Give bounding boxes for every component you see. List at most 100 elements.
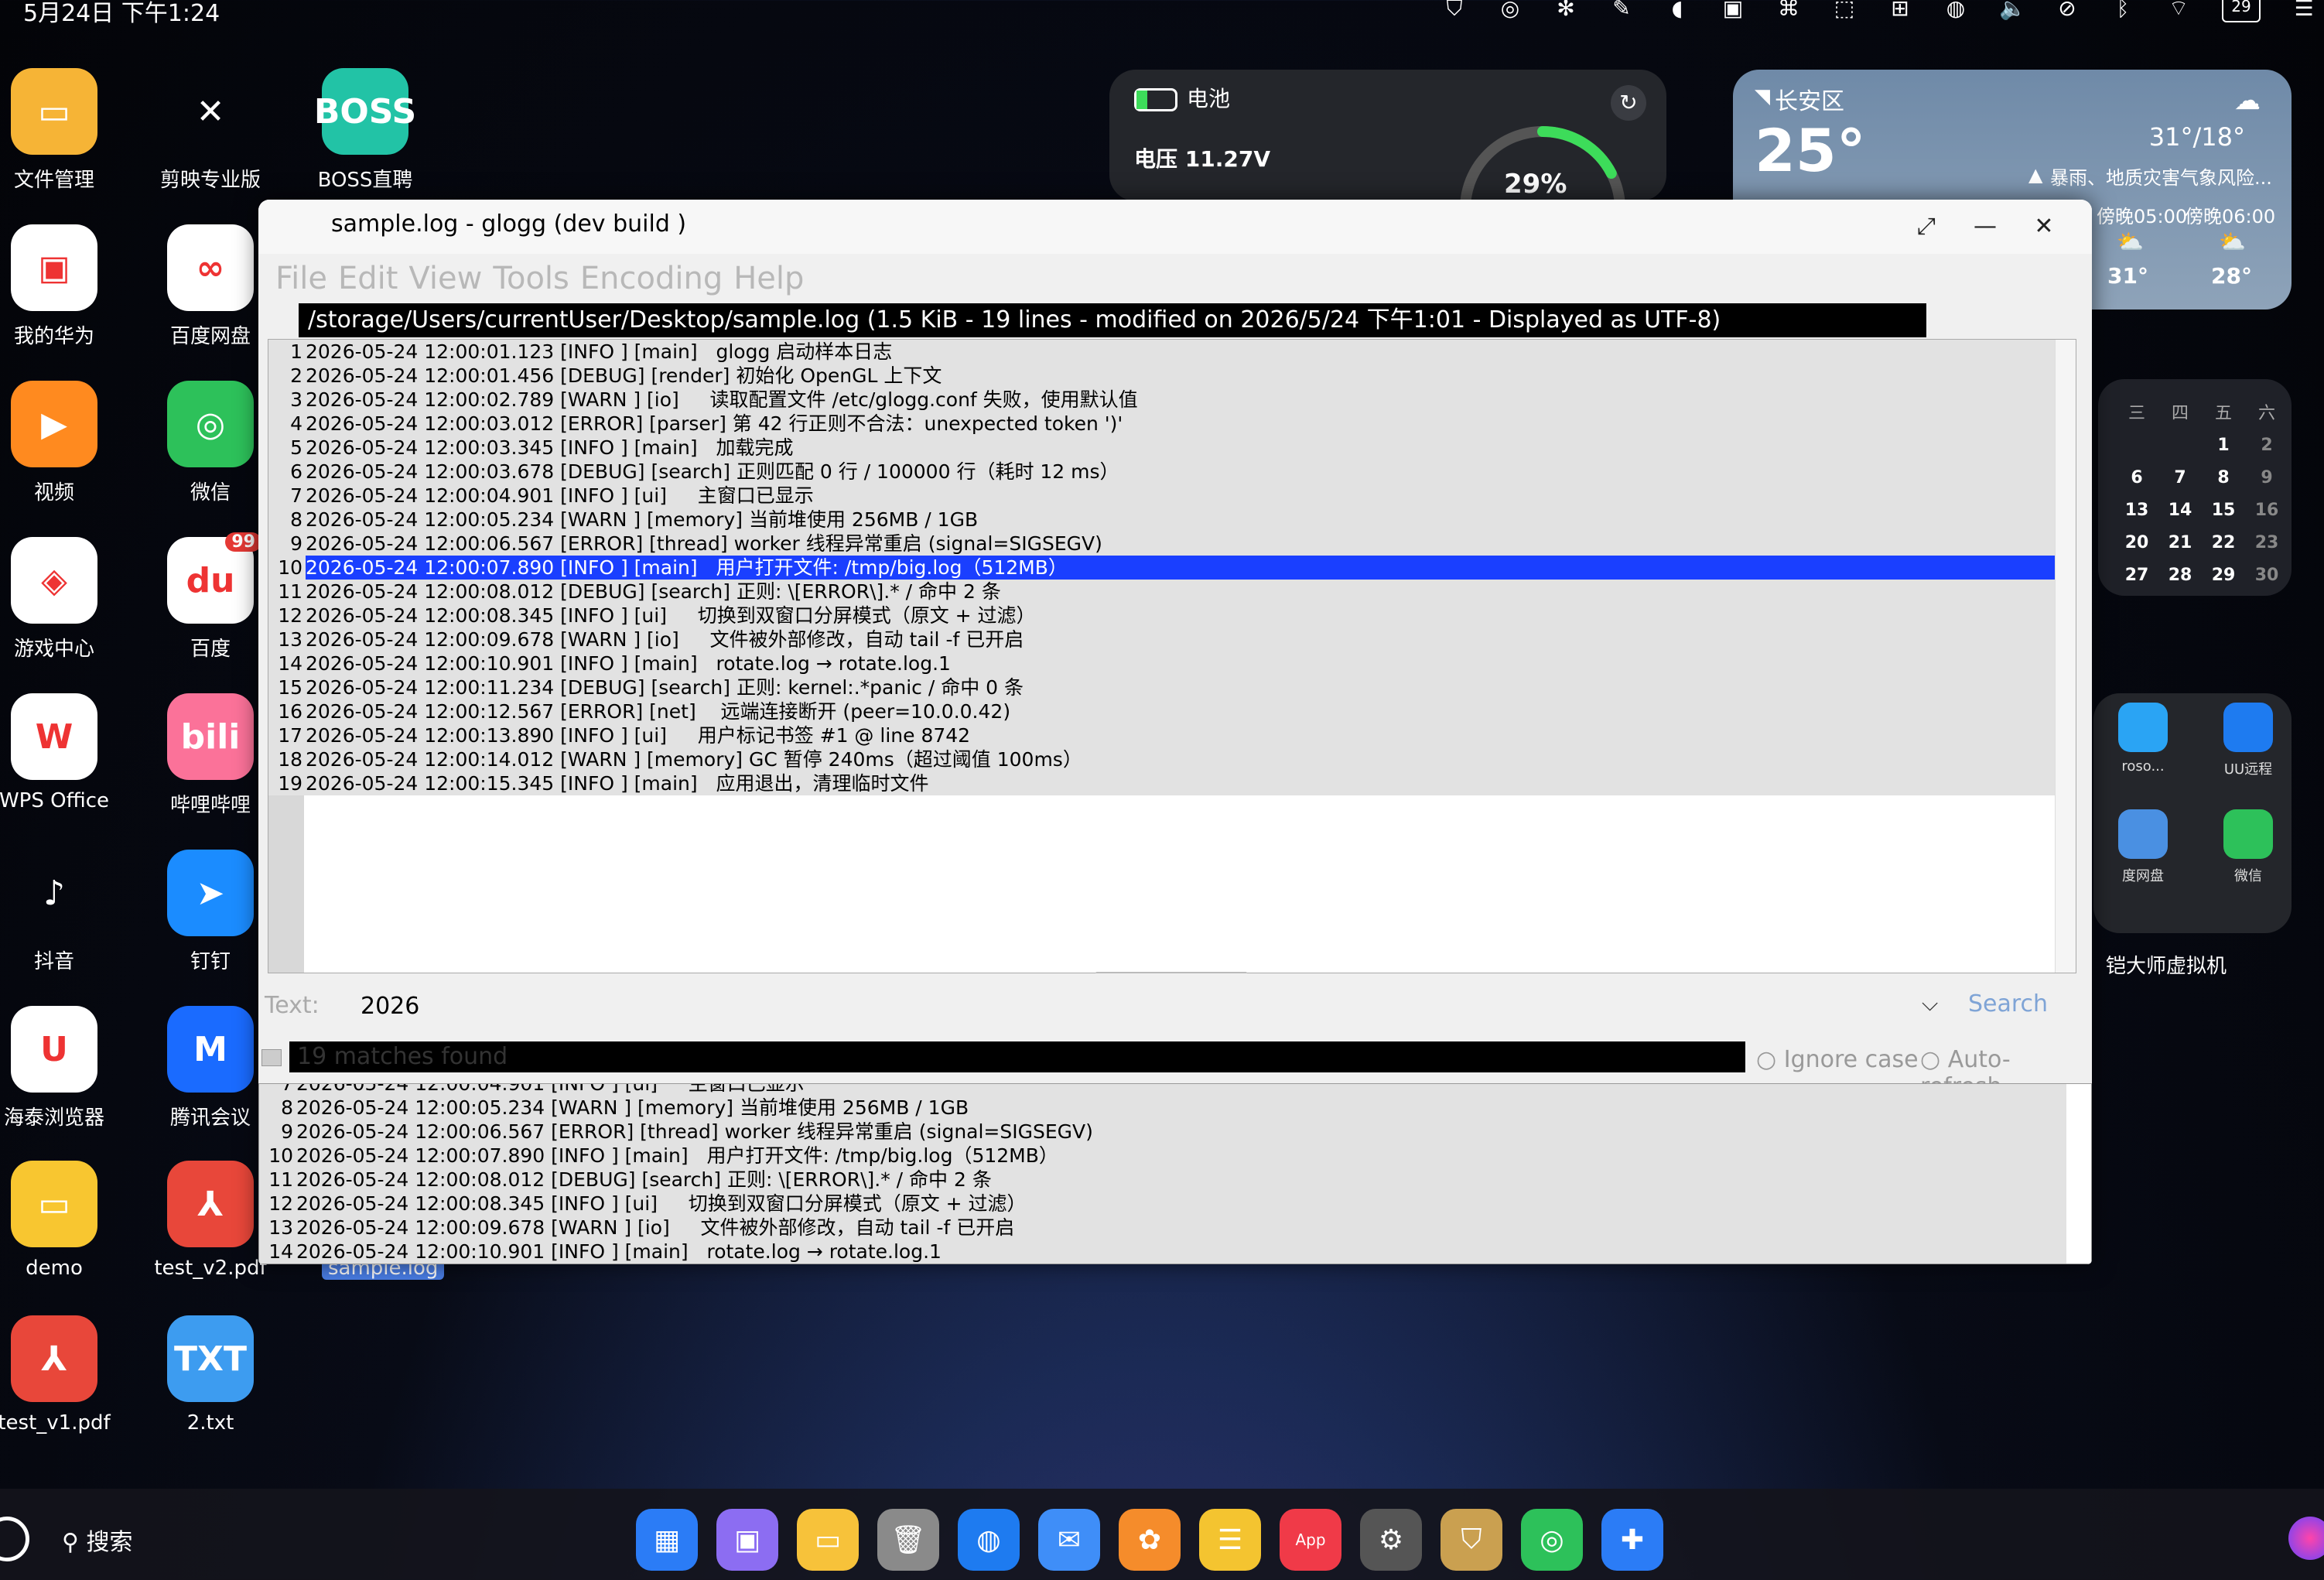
calendar-day[interactable]: 2 (2245, 429, 2288, 461)
log-line[interactable]: 19 2026-05-24 12:00:15.345 [INFO ] [main]… (268, 771, 2076, 795)
dock-app-icon[interactable]: ⛉ (1441, 1509, 1502, 1571)
calendar-day[interactable]: 23 (2245, 526, 2288, 559)
calendar-day[interactable]: 15 (2202, 494, 2245, 526)
calendar-day[interactable]: 30 (2245, 559, 2288, 591)
list-item[interactable]: 12 2026-05-24 12:00:08.345 [INFO ] [ui] 切… (259, 1192, 2066, 1216)
ai-orb-icon[interactable] (2288, 1517, 2324, 1560)
chevron-down-icon[interactable]: ⌵ (1922, 990, 1938, 1017)
calendar-day[interactable]: 1 (2202, 429, 2245, 461)
log-line[interactable]: 1 2026-05-24 12:00:01.123 [INFO ] [main] … (268, 340, 2076, 364)
log-line[interactable]: 7 2026-05-24 12:00:04.901 [INFO ] [ui] 主窗… (268, 484, 2076, 508)
log-line[interactable]: 3 2026-05-24 12:00:02.789 [WARN ] [io] 读取… (268, 388, 2076, 412)
ignore-case-checkbox[interactable]: ○ Ignore case (1756, 1046, 1919, 1073)
calendar-day[interactable]: 7 (2158, 461, 2202, 494)
desktop-icon-6[interactable]: ▶ 视频 (0, 381, 132, 505)
calendar-day[interactable]: 22 (2202, 526, 2245, 559)
title-bar[interactable]: sample.log - glogg (dev build ) ⤢ — ✕ (258, 200, 2092, 254)
dock-app-icon[interactable]: ▣ (716, 1509, 778, 1571)
log-view[interactable]: 1 2026-05-24 12:00:01.123 [INFO ] [main] … (268, 339, 2076, 973)
desktop-icon-1[interactable]: ▭ 文件管理 (0, 68, 132, 193)
log-line[interactable]: 17 2026-05-24 12:00:13.890 [INFO ] [ui] 用… (268, 723, 2076, 747)
filtered-view[interactable]: 7 2026-05-24 12:00:04.901 [INFO ] [ui] 主窗… (258, 1083, 2092, 1264)
log-line[interactable]: 15 2026-05-24 12:00:11.234 [DEBUG] [searc… (268, 675, 2076, 699)
calendar-day[interactable]: 16 (2245, 494, 2288, 526)
log-scrollbar[interactable] (2055, 340, 2076, 973)
dock-app-icon[interactable]: ⚙ (1360, 1509, 1422, 1571)
list-item[interactable]: 11 2026-05-24 12:00:08.012 [DEBUG] [searc… (259, 1168, 2066, 1192)
widget-app[interactable]: UU远程 (2202, 703, 2295, 778)
menu-tools[interactable]: Tools (493, 261, 569, 296)
list-item[interactable]: 13 2026-05-24 12:00:09.678 [WARN ] [io] 文… (259, 1216, 2066, 1240)
calendar-day[interactable]: 27 (2115, 559, 2158, 591)
log-line[interactable]: 13 2026-05-24 12:00:09.678 [WARN ] [io] 文… (268, 628, 2076, 651)
dock-search[interactable]: ⚲ 搜索 (62, 1523, 133, 1557)
dock-app-icon[interactable]: ✿ (1119, 1509, 1181, 1571)
restore-button[interactable]: ⤢ (1903, 207, 1950, 246)
log-line[interactable]: 6 2026-05-24 12:00:03.678 [DEBUG] [search… (268, 460, 2076, 484)
menu-view[interactable]: View (408, 261, 482, 296)
calendar-day[interactable]: 9 (2245, 461, 2288, 494)
search-button[interactable]: Search (1968, 990, 2048, 1017)
calendar-day[interactable] (2158, 429, 2202, 461)
log-line[interactable]: 10 2026-05-24 12:00:07.890 [INFO ] [main]… (268, 556, 2076, 580)
log-line[interactable]: 5 2026-05-24 12:00:03.345 [INFO ] [main] … (268, 436, 2076, 460)
apps-widget[interactable]: roso... UU远程 度网盘 微信 (2093, 693, 2292, 933)
log-line[interactable]: 4 2026-05-24 12:00:03.012 [ERROR] [parser… (268, 412, 2076, 436)
calendar-day[interactable]: 14 (2158, 494, 2202, 526)
widget-app[interactable]: 度网盘 (2097, 809, 2189, 885)
dock-app-icon[interactable]: ✉ (1038, 1509, 1100, 1571)
dock-app-icon[interactable]: ✚ (1601, 1509, 1663, 1571)
battery-widget[interactable]: 电池 ↻ 电压 11.27V 29% (1109, 70, 1666, 201)
list-item[interactable]: 9 2026-05-24 12:00:06.567 [ERROR] [thread… (259, 1120, 2066, 1144)
desktop-icon-10[interactable]: W WPS Office (0, 693, 132, 812)
menu-edit[interactable]: Edit (338, 261, 398, 296)
calendar-day[interactable]: 28 (2158, 559, 2202, 591)
close-button[interactable]: ✕ (2021, 207, 2067, 246)
log-line[interactable]: 11 2026-05-24 12:00:08.012 [DEBUG] [searc… (268, 580, 2076, 604)
calendar-day[interactable]: 20 (2115, 526, 2158, 559)
log-line[interactable]: 14 2026-05-24 12:00:10.901 [INFO ] [main]… (268, 651, 2076, 675)
widget-app[interactable]: roso... (2097, 703, 2189, 775)
menu-file[interactable]: File (275, 261, 327, 296)
menu-encoding[interactable]: Encoding (580, 261, 723, 296)
widget-app[interactable]: 微信 (2202, 809, 2295, 885)
control-center-icon[interactable]: ☰ (2292, 0, 2316, 22)
dock-app-icon[interactable]: 🗑 (877, 1509, 939, 1571)
calendar-day[interactable]: 13 (2115, 494, 2158, 526)
desktop-icon-3[interactable]: BOSS BOSS直聘 (288, 68, 443, 193)
list-item[interactable]: 14 2026-05-24 12:00:10.901 [INFO ] [main]… (259, 1240, 2066, 1264)
dock-app-icon[interactable]: ☰ (1199, 1509, 1261, 1571)
calendar-day[interactable]: 6 (2115, 461, 2158, 494)
calendar-day[interactable]: 8 (2202, 461, 2245, 494)
list-item[interactable]: 10 2026-05-24 12:00:07.890 [INFO ] [main]… (259, 1144, 2066, 1168)
dock-app-icon[interactable]: ▭ (797, 1509, 859, 1571)
dock-app-icon[interactable]: ▦ (636, 1509, 698, 1571)
desktop-icon-14[interactable]: U 海泰浏览器 (0, 1006, 132, 1130)
list-item[interactable]: 8 2026-05-24 12:00:05.234 [WARN ] [memory… (259, 1096, 2066, 1120)
assistant-icon[interactable] (0, 1517, 29, 1561)
desktop-icon-12[interactable]: ♪ 抖音 (0, 850, 132, 974)
minimize-button[interactable]: — (1962, 207, 2008, 246)
list-item[interactable]: 7 2026-05-24 12:00:04.901 [INFO ] [ui] 主窗… (259, 1084, 2066, 1096)
desktop-icon-19[interactable]: TXT 2.txt (133, 1315, 288, 1435)
calendar-widget[interactable]: 三 四 五 六 1 2 6 7 8 9 13 14 15 16 20 21 22 23 27 28 29 30 (2098, 379, 2292, 596)
log-line[interactable]: 2 2026-05-24 12:00:01.456 [DEBUG] [render… (268, 364, 2076, 388)
log-line[interactable]: 9 2026-05-24 12:00:06.567 [ERROR] [thread… (268, 532, 2076, 556)
calendar-day[interactable]: 29 (2202, 559, 2245, 591)
glogg-window[interactable]: sample.log - glogg (dev build ) ⤢ — ✕ Fi… (258, 200, 2092, 1264)
search-input[interactable] (351, 981, 2050, 1031)
desktop-icon-8[interactable]: ◈ 游戏中心 (0, 537, 132, 662)
desktop-icon-18[interactable]: ⅄ test_v1.pdf (0, 1315, 132, 1435)
desktop-icon-16[interactable]: ▭ demo (0, 1161, 132, 1280)
calendar-day[interactable]: 21 (2158, 526, 2202, 559)
desktop-icon-2[interactable]: ✕ 剪映专业版 (133, 68, 288, 193)
log-line[interactable]: 8 2026-05-24 12:00:05.234 [WARN ] [memory… (268, 508, 2076, 532)
calendar-day[interactable] (2115, 429, 2158, 461)
dock-app-icon[interactable]: App (1280, 1509, 1341, 1571)
log-line[interactable]: 16 2026-05-24 12:00:12.567 [ERROR] [net] … (268, 699, 2076, 723)
dock-app-icon[interactable]: ◎ (1521, 1509, 1583, 1571)
dock-app-icon[interactable]: ◍ (958, 1509, 1020, 1571)
log-line[interactable]: 12 2026-05-24 12:00:08.345 [INFO ] [ui] 切… (268, 604, 2076, 628)
menu-help[interactable]: Help (733, 261, 804, 296)
log-line[interactable]: 18 2026-05-24 12:00:14.012 [WARN ] [memor… (268, 747, 2076, 771)
